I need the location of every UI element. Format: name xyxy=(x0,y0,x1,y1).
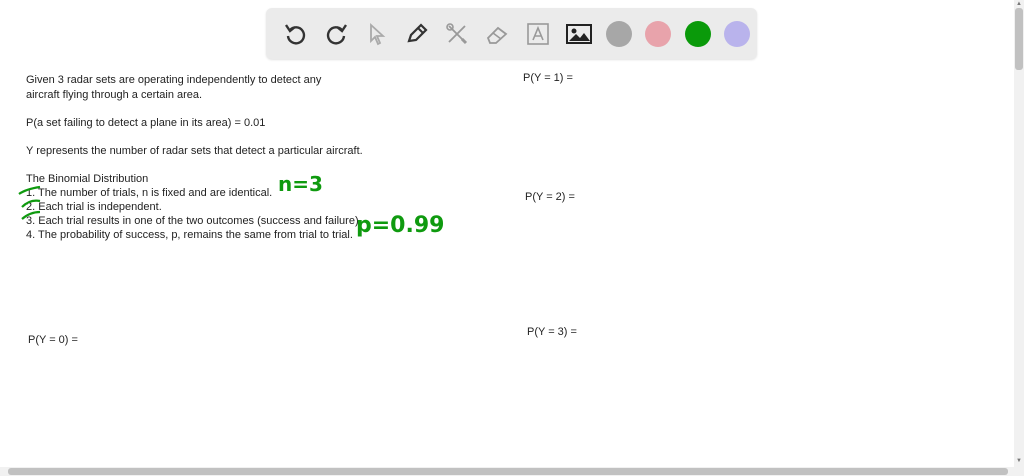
scroll-up-icon[interactable]: ▲ xyxy=(1016,1,1022,7)
vertical-scrollbar[interactable]: ▲ ▼ xyxy=(1014,0,1024,476)
handwritten-p-note: p=0.99 xyxy=(356,213,445,238)
pointer-icon[interactable] xyxy=(357,14,397,54)
checkmark-strokes xyxy=(18,185,41,220)
tools-icon[interactable] xyxy=(438,14,478,54)
condition-4: 4. The probability of success, p, remain… xyxy=(26,229,353,241)
handwritten-n-note: n=3 xyxy=(278,172,323,196)
py2-label: P(Y = 2) = xyxy=(525,191,575,203)
py3-label: P(Y = 3) = xyxy=(527,326,577,338)
failure-probability: P(a set failing to detect a plane in its… xyxy=(26,117,266,129)
horizontal-scroll-thumb[interactable] xyxy=(8,468,1008,475)
scroll-down-icon[interactable]: ▼ xyxy=(1016,458,1022,464)
horizontal-scrollbar[interactable] xyxy=(0,467,1024,476)
color-swatch-green[interactable] xyxy=(684,20,711,47)
redo-icon[interactable] xyxy=(316,14,356,54)
py1-label: P(Y = 1) = xyxy=(523,72,573,84)
eraser-icon[interactable] xyxy=(478,14,518,54)
intro-line-2: aircraft flying through a certain area. xyxy=(26,89,203,101)
color-swatch-gray[interactable] xyxy=(605,20,632,47)
drawing-toolbar xyxy=(266,8,757,59)
py0-label: P(Y = 0) = xyxy=(28,334,78,346)
intro-line-1: Given 3 radar sets are operating indepen… xyxy=(26,74,322,86)
color-swatch-lavender[interactable] xyxy=(724,20,751,47)
text-icon[interactable] xyxy=(518,14,558,54)
image-icon[interactable] xyxy=(559,14,599,54)
undo-icon[interactable] xyxy=(276,14,316,54)
y-definition: Y represents the number of radar sets th… xyxy=(26,145,363,157)
vertical-scroll-thumb[interactable] xyxy=(1015,8,1023,70)
condition-3: 3. Each trial results in one of the two … xyxy=(26,215,362,227)
pencil-icon[interactable] xyxy=(397,14,437,54)
color-swatch-pink[interactable] xyxy=(645,20,672,47)
